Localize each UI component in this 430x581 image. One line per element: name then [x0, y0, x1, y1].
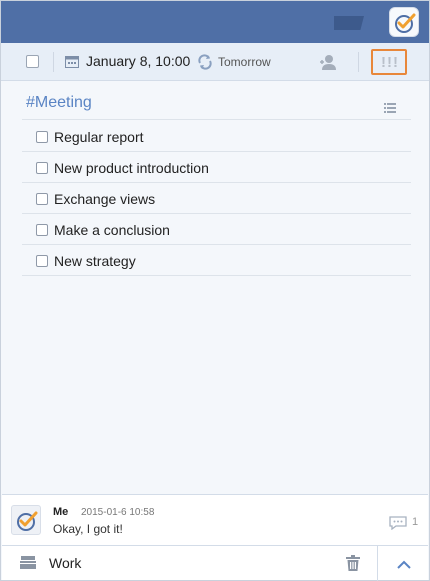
checklist-checkbox[interactable] [36, 224, 48, 236]
trash-icon[interactable] [346, 555, 360, 576]
priority-label: !!! [381, 54, 399, 71]
task-complete-checkbox[interactable] [26, 55, 39, 68]
checklist-checkbox[interactable] [36, 255, 48, 267]
priority-button[interactable]: !!! [371, 49, 407, 75]
toolbar-divider [358, 52, 359, 72]
checklist-checkbox[interactable] [36, 131, 48, 143]
checklist-item: New product introduction [22, 152, 411, 183]
checklist-item-label[interactable]: Exchange views [54, 191, 155, 207]
inbox-tray-icon[interactable] [20, 556, 36, 574]
task-toolbar: January 8, 10:00 Tomorrow !!! [1, 43, 429, 81]
top-bar [1, 1, 429, 43]
checklist-toggle-icon[interactable] [384, 100, 396, 118]
comment-count: 1 [412, 516, 419, 528]
comment-icon[interactable] [389, 516, 407, 535]
checklist-item: New strategy [22, 245, 411, 276]
footer-bar: Work [2, 545, 428, 581]
checklist-checkbox[interactable] [36, 162, 48, 174]
task-title[interactable]: #Meeting [26, 94, 92, 112]
task-detail-window: January 8, 10:00 Tomorrow !!! #Meeting R… [0, 0, 430, 581]
footer-divider [377, 546, 378, 581]
calendar-icon[interactable] [65, 55, 79, 73]
chevron-up-icon[interactable] [396, 557, 412, 575]
app-logo-icon[interactable] [389, 7, 419, 37]
checklist-item: Regular report [22, 121, 411, 152]
repeat-label[interactable]: Tomorrow [218, 55, 271, 69]
assignee-icon[interactable] [319, 53, 337, 76]
task-content: #Meeting Regular report New product intr… [2, 82, 428, 494]
comment-author: Me [53, 506, 69, 518]
list-selector[interactable]: Work [49, 555, 81, 571]
task-title-row: #Meeting [22, 82, 411, 120]
checklist-item-label[interactable]: Regular report [54, 129, 144, 145]
avatar [11, 505, 41, 535]
toolbar-divider [53, 52, 54, 72]
checklist-item-label[interactable]: New product introduction [54, 160, 209, 176]
repeat-icon[interactable] [197, 54, 213, 75]
checklist-item: Make a conclusion [22, 214, 411, 245]
comment-timestamp: 2015-01-6 10:58 [81, 507, 155, 518]
checklist-item-label[interactable]: Make a conclusion [54, 222, 170, 238]
comment-text: Okay, I got it! [53, 522, 123, 536]
checklist-item-label[interactable]: New strategy [54, 253, 136, 269]
comment-entry: Me 2015-01-6 10:58 Okay, I got it! 1 [2, 494, 428, 545]
checklist-checkbox[interactable] [36, 193, 48, 205]
flag-shape [334, 16, 364, 30]
due-date[interactable]: January 8, 10:00 [86, 53, 190, 69]
checklist-item: Exchange views [22, 183, 411, 214]
